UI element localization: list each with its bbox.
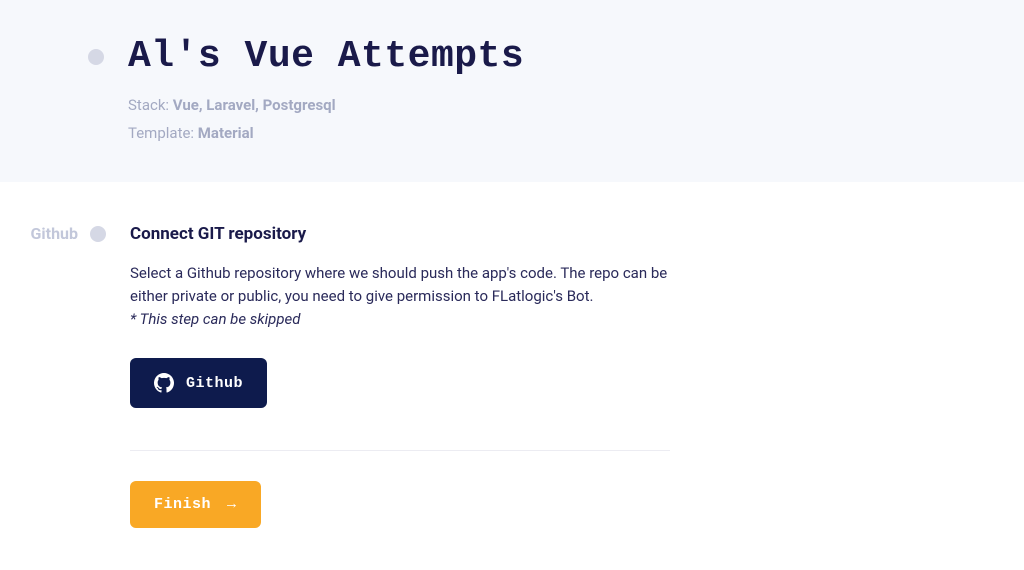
main-section: Github Connect GIT repository Select a G… <box>0 182 1024 528</box>
github-button[interactable]: Github <box>130 358 267 408</box>
template-meta: Template: Material <box>128 124 1024 142</box>
template-label: Template: <box>128 124 198 142</box>
step-heading: Connect GIT repository <box>130 224 670 244</box>
github-icon <box>154 373 174 393</box>
github-button-label: Github <box>186 375 243 392</box>
stack-meta: Stack: Vue, Laravel, Postgresql <box>128 96 1024 114</box>
header-dot-icon <box>88 49 104 65</box>
finish-button-label: Finish <box>154 496 211 513</box>
step-dot-icon <box>90 226 106 242</box>
step-label: Github <box>0 224 88 528</box>
arrow-right-icon: → <box>227 496 237 513</box>
stack-label: Stack: <box>128 96 173 114</box>
finish-button[interactable]: Finish → <box>130 481 261 528</box>
step-note: * This step can be skipped <box>130 310 670 328</box>
header-section: Al's Vue Attempts Stack: Vue, Laravel, P… <box>0 0 1024 182</box>
stack-value: Vue, Laravel, Postgresql <box>173 96 336 114</box>
template-value: Material <box>198 124 254 142</box>
page-title: Al's Vue Attempts <box>128 35 1024 78</box>
divider <box>130 450 670 451</box>
step-description: Select a Github repository where we shou… <box>130 262 670 307</box>
